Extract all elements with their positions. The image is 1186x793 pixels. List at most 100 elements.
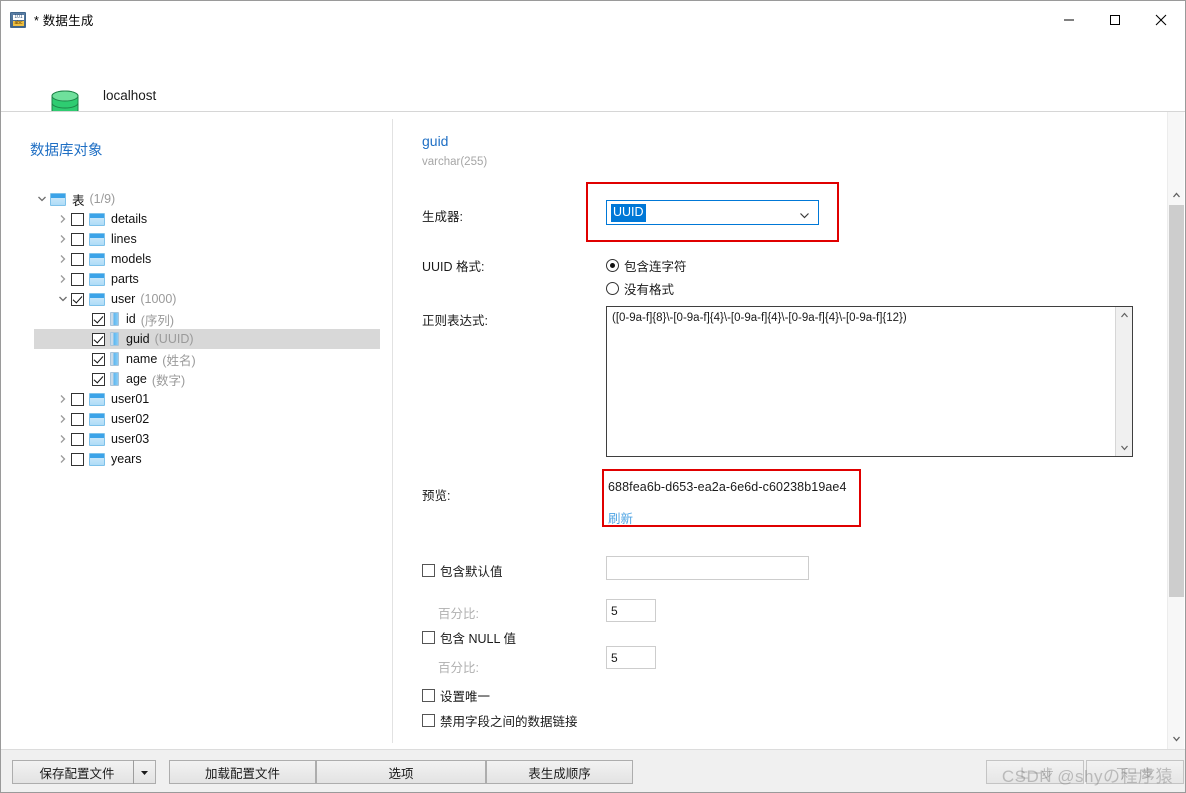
save-profile-dropdown-arrow[interactable]: [133, 760, 155, 784]
table-icon: [89, 392, 105, 406]
table-icon: [89, 252, 105, 266]
generator-label: 生成器:: [422, 210, 463, 224]
chevron-down-icon[interactable]: [34, 191, 50, 207]
tree-item-meta: (UUID): [154, 332, 194, 346]
tree-item-checkbox[interactable]: [92, 312, 105, 326]
tree-item-label: name: [126, 352, 158, 366]
chevron-right-icon[interactable]: [55, 251, 71, 267]
tree-item-user02[interactable]: user02: [1, 409, 392, 429]
tree-item-name[interactable]: name (姓名): [1, 349, 392, 369]
tree-item-details[interactable]: details: [1, 209, 392, 229]
chevron-down-icon: [799, 208, 810, 219]
checkbox-include-default[interactable]: 包含默认值: [422, 561, 503, 580]
radio-indicator: [606, 282, 619, 295]
default-percent-input[interactable]: 5: [606, 599, 656, 622]
scroll-down-icon[interactable]: [1116, 439, 1133, 456]
panel-title-database-objects: 数据库对象: [30, 143, 103, 159]
title-bar: 101 abc * 数据生成: [1, 1, 1185, 38]
chevron-right-icon[interactable]: [55, 451, 71, 467]
table-icon: [89, 292, 105, 306]
previous-step-button[interactable]: 上一步: [986, 760, 1084, 784]
uuid-format-label: UUID 格式:: [422, 260, 485, 274]
tree-item-lines[interactable]: lines: [1, 229, 392, 249]
tree-item-years[interactable]: years: [1, 449, 392, 469]
chevron-right-icon[interactable]: [55, 411, 71, 427]
tree-item-parts[interactable]: parts: [1, 269, 392, 289]
null-percent-input[interactable]: 5: [606, 646, 656, 669]
maximize-button[interactable]: [1092, 1, 1138, 38]
tree-item-checkbox[interactable]: [71, 272, 84, 286]
footer-toolbar: 保存配置文件 加载配置文件 选项 表生成顺序 上一步 下一步 CSDN @shy…: [1, 749, 1185, 792]
tree-item-checkbox[interactable]: [71, 452, 84, 466]
tree-item-checkbox[interactable]: [71, 412, 84, 426]
radio-include-hyphens[interactable]: 包含连字符: [606, 256, 687, 275]
panel-scrollbar[interactable]: [1167, 112, 1184, 750]
refresh-preview-link[interactable]: 刷新: [608, 508, 633, 527]
default-percent-label: 百分比:: [438, 607, 479, 621]
radio-indicator: [606, 259, 619, 272]
chevron-right-icon[interactable]: [55, 271, 71, 287]
scroll-down-icon[interactable]: [1168, 730, 1185, 747]
default-value-input[interactable]: [606, 556, 809, 580]
chevron-right-icon[interactable]: [55, 431, 71, 447]
checkbox-set-unique[interactable]: 设置唯一: [422, 686, 490, 705]
preview-label: 预览:: [422, 489, 451, 503]
chevron-down-icon[interactable]: [55, 291, 71, 307]
table-icon: [89, 212, 105, 226]
tree-item-checkbox[interactable]: [92, 332, 105, 346]
tree-item-checkbox[interactable]: [71, 432, 84, 446]
tree-item-guid[interactable]: guid (UUID): [34, 329, 380, 349]
field-name-heading: guid: [422, 133, 449, 149]
connection-host: localhost: [103, 88, 157, 103]
tree-item-checkbox[interactable]: [71, 232, 84, 246]
tree-item-user03[interactable]: user03: [1, 429, 392, 449]
object-tree[interactable]: 表 (1/9) details lines models parts user (1000) i…: [1, 189, 392, 469]
tree-item-id[interactable]: id (序列): [1, 309, 392, 329]
regex-scrollbar[interactable]: [1115, 307, 1132, 456]
tree-item-models[interactable]: models: [1, 249, 392, 269]
tree-item-checkbox[interactable]: [71, 252, 84, 266]
tree-item-checkbox[interactable]: [92, 372, 105, 386]
tree-item-表[interactable]: 表 (1/9): [1, 189, 392, 209]
regex-textarea[interactable]: ([0-9a-f]{8}\-[0-9a-f]{4}\-[0-9a-f]{4}\-…: [606, 306, 1133, 457]
tree-item-label: id: [126, 312, 136, 326]
checkbox-label: 包含默认值: [440, 565, 503, 579]
load-profile-button[interactable]: 加载配置文件: [169, 760, 316, 784]
column-icon: [110, 352, 119, 366]
tree-item-label: user01: [111, 392, 150, 406]
tree-item-user01[interactable]: user01: [1, 389, 392, 409]
tree-item-meta: (1/9): [89, 192, 116, 206]
scroll-up-icon[interactable]: [1116, 307, 1133, 324]
tree-item-age[interactable]: age (数字): [1, 369, 392, 389]
generator-select[interactable]: UUID: [606, 200, 819, 225]
save-profile-button[interactable]: 保存配置文件: [12, 760, 156, 784]
table-icon: [89, 432, 105, 446]
chevron-right-icon[interactable]: [55, 391, 71, 407]
tree-item-checkbox[interactable]: [71, 292, 84, 306]
tree-item-checkbox[interactable]: [71, 212, 84, 226]
tree-item-checkbox[interactable]: [71, 392, 84, 406]
scrollbar-thumb[interactable]: [1169, 205, 1184, 597]
column-icon: [110, 372, 119, 386]
checkbox-include-null[interactable]: 包含 NULL 值: [422, 628, 516, 647]
regex-value: ([0-9a-f]{8}\-[0-9a-f]{4}\-[0-9a-f]{4}\-…: [612, 312, 907, 324]
options-button[interactable]: 选项: [316, 760, 486, 784]
radio-no-format[interactable]: 没有格式: [606, 279, 674, 298]
table-icon: [89, 272, 105, 286]
chevron-right-icon[interactable]: [55, 211, 71, 227]
close-button[interactable]: [1138, 1, 1184, 38]
tree-item-checkbox[interactable]: [92, 352, 105, 366]
column-icon: [110, 332, 119, 346]
chevron-right-icon[interactable]: [55, 231, 71, 247]
minimize-button[interactable]: [1046, 1, 1092, 38]
table-generation-order-button[interactable]: 表生成顺序: [486, 760, 633, 784]
tree-item-user[interactable]: user (1000): [1, 289, 392, 309]
checkbox-disable-field-link[interactable]: 禁用字段之间的数据链接: [422, 711, 578, 730]
next-step-button[interactable]: 下一步: [1086, 760, 1184, 784]
next-label: 下一步: [1116, 766, 1154, 781]
scroll-up-icon[interactable]: [1168, 187, 1185, 204]
